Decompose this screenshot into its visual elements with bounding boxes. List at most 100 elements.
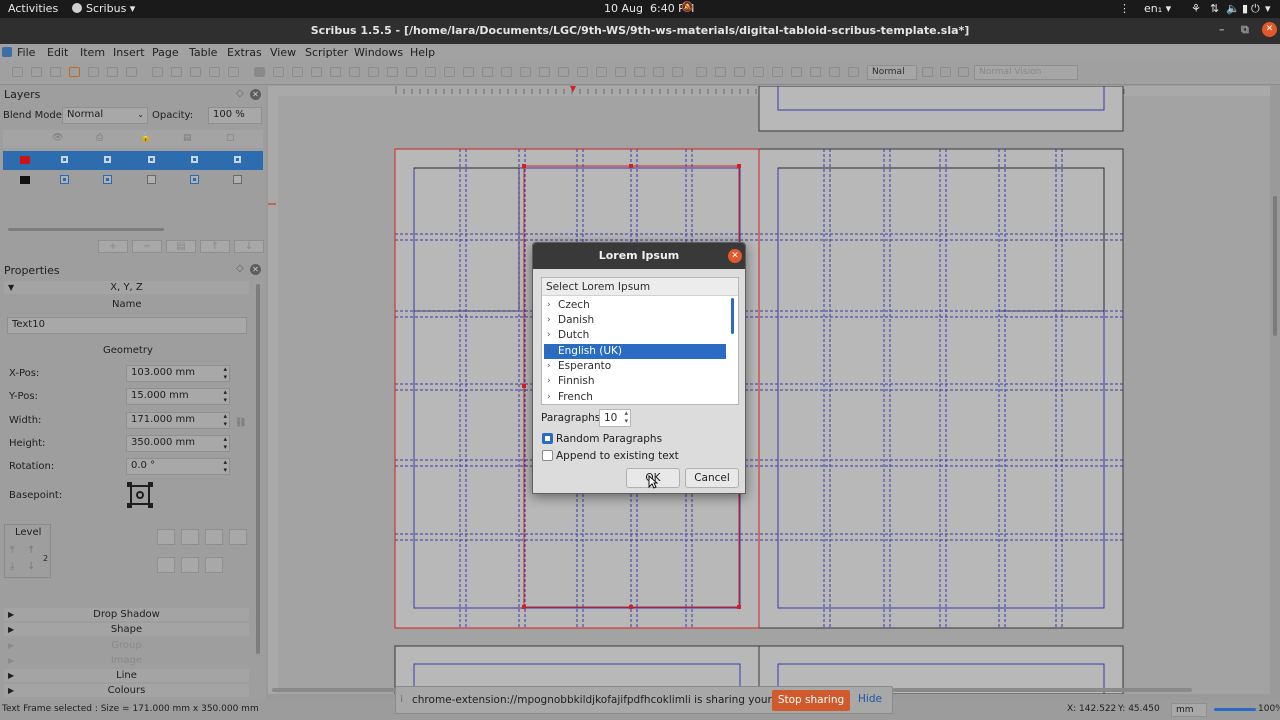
basepoint-corner[interactable]	[148, 503, 153, 508]
ypos-field[interactable]: 15.000 mm ▴ ▾	[126, 388, 230, 405]
eye-icon[interactable]	[940, 67, 951, 77]
spin-arrows-icon[interactable]: ▴ ▾	[223, 365, 227, 381]
layer-flow-checkbox[interactable]	[190, 175, 199, 184]
colours-section-header[interactable]: ▶ Colours	[4, 684, 249, 697]
width-field[interactable]: 171.000 mm ▴ ▾	[126, 412, 230, 429]
remove-layer-button[interactable]: −	[132, 240, 162, 253]
line-section-header[interactable]: ▶ Line	[4, 669, 249, 682]
new-document-icon[interactable]	[12, 67, 23, 77]
page-partial-top[interactable]	[758, 86, 1124, 132]
chevron-right-icon[interactable]: ›	[547, 390, 551, 404]
zoom-icon[interactable]	[520, 67, 531, 77]
spin-arrows-icon[interactable]: ▴ ▾	[223, 412, 227, 428]
copy-properties-icon[interactable]	[634, 67, 645, 77]
table-icon[interactable]	[330, 67, 341, 77]
duplicate-layer-button[interactable]: ▤	[166, 240, 196, 253]
spin-arrows-icon[interactable]: ▴ ▾	[624, 409, 628, 425]
blend-mode-select[interactable]: Normal ⌄	[62, 107, 148, 124]
drop-shadow-section-header[interactable]: ▶ Drop Shadow	[4, 608, 249, 621]
dialog-close-button[interactable]: ✕	[728, 249, 742, 263]
basepoint-corner[interactable]	[127, 482, 132, 487]
power-arrow-icon[interactable]: ▾	[1265, 2, 1271, 15]
opacity-spinbox[interactable]: 100 %	[208, 107, 262, 124]
menu-table[interactable]: Table	[189, 46, 217, 59]
link-frames-icon[interactable]	[577, 67, 588, 77]
paragraphs-spinbox[interactable]: 10 ▴ ▾	[599, 409, 631, 427]
close-document-icon[interactable]	[69, 67, 80, 77]
volume-icon[interactable]: 🔈	[1226, 2, 1240, 15]
document-canvas[interactable]	[268, 86, 1270, 694]
text-frame-icon[interactable]	[273, 67, 284, 77]
language-item-english-uk[interactable]: › English (UK)	[544, 344, 726, 359]
activities-button[interactable]: Activities	[8, 2, 58, 15]
layer-printable-checkbox[interactable]	[103, 155, 112, 164]
accessibility-icon[interactable]: ⚘	[1191, 2, 1201, 15]
arc-icon[interactable]	[387, 67, 398, 77]
polygon-icon[interactable]	[368, 67, 379, 77]
layer-row[interactable]	[3, 151, 263, 170]
xyz-section-header[interactable]: ▼ X, Y, Z	[4, 281, 249, 294]
zoom-slider[interactable]	[1214, 708, 1256, 711]
paste-icon[interactable]	[228, 67, 239, 77]
chevron-right-icon[interactable]: ›	[547, 313, 551, 328]
layer-visible-checkbox[interactable]	[60, 175, 69, 184]
network-icon[interactable]: ⇅	[1210, 2, 1219, 15]
align-left-icon[interactable]	[157, 529, 175, 545]
stop-sharing-button[interactable]: Stop sharing	[772, 690, 850, 711]
shape-icon[interactable]	[349, 67, 360, 77]
pdf-push-button-icon[interactable]	[672, 67, 683, 77]
undo-icon[interactable]	[152, 67, 163, 77]
layer-outline-checkbox[interactable]	[233, 175, 242, 184]
calligraphy-icon[interactable]	[482, 67, 493, 77]
bezier-icon[interactable]	[444, 67, 455, 77]
language-item-finnish[interactable]: › Finnish	[544, 374, 726, 389]
print-icon[interactable]	[88, 67, 99, 77]
language-item-czech[interactable]: › Czech	[544, 298, 726, 313]
redo-icon[interactable]	[171, 67, 182, 77]
append-text-checkbox[interactable]	[542, 450, 553, 461]
lower-layer-button[interactable]: ↓	[234, 240, 264, 253]
shape-section-header[interactable]: ▶ Shape	[4, 623, 249, 636]
layer-lock-checkbox[interactable]	[147, 175, 156, 184]
flip-vertical-icon[interactable]	[181, 557, 199, 573]
restore-button[interactable]: ⧉	[1241, 23, 1249, 37]
spin-arrows-icon[interactable]: ▴ ▾	[223, 458, 227, 474]
select-tool-icon[interactable]	[254, 67, 265, 77]
app-menu[interactable]: Scribus ▾	[72, 2, 135, 15]
pdf-list-icon[interactable]	[753, 67, 764, 77]
save-icon[interactable]	[50, 67, 61, 77]
menu-windows[interactable]: Windows	[354, 46, 403, 59]
language-indicator[interactable]: en₁ ▾	[1144, 2, 1171, 15]
lock-object-icon[interactable]	[205, 529, 223, 545]
language-item-french[interactable]: › French	[544, 390, 726, 404]
open-icon[interactable]	[31, 67, 42, 77]
name-field[interactable]: Text10	[7, 317, 247, 334]
language-item-esperanto[interactable]: › Esperanto	[544, 359, 726, 374]
basepoint-center[interactable]	[136, 491, 144, 499]
measure-icon[interactable]	[615, 67, 626, 77]
drag-grip-icon[interactable]: ⁞	[400, 694, 403, 705]
image-frame-icon[interactable]	[292, 67, 303, 77]
preview-mode-icon[interactable]	[922, 67, 933, 77]
pdf-link-annotation-icon[interactable]	[848, 67, 859, 77]
menu-view[interactable]: View	[270, 46, 296, 59]
story-editor-icon[interactable]	[558, 67, 569, 77]
pdf-checkbox-icon[interactable]	[715, 67, 726, 77]
layer-outline-checkbox[interactable]	[233, 155, 242, 164]
vertical-ruler[interactable]	[268, 86, 278, 694]
copy-icon[interactable]	[209, 67, 220, 77]
float-icon[interactable]: ◇	[236, 88, 244, 99]
chevron-right-icon[interactable]: ›	[547, 374, 551, 389]
raise-layer-button[interactable]: ↑	[200, 240, 230, 253]
language-item-dutch[interactable]: › Dutch	[544, 328, 726, 343]
menu-help[interactable]: Help	[410, 46, 435, 59]
chevron-right-icon[interactable]: ›	[547, 328, 551, 343]
image-quality-select[interactable]: Normal	[867, 65, 917, 80]
line-icon[interactable]	[425, 67, 436, 77]
snap-icon[interactable]	[157, 557, 175, 573]
layer-row[interactable]	[3, 171, 263, 190]
spiral-icon[interactable]	[406, 67, 417, 77]
raise-icon[interactable]: ↑	[27, 545, 35, 556]
menu-edit[interactable]: Edit	[47, 46, 68, 59]
render-frame-icon[interactable]	[311, 67, 322, 77]
